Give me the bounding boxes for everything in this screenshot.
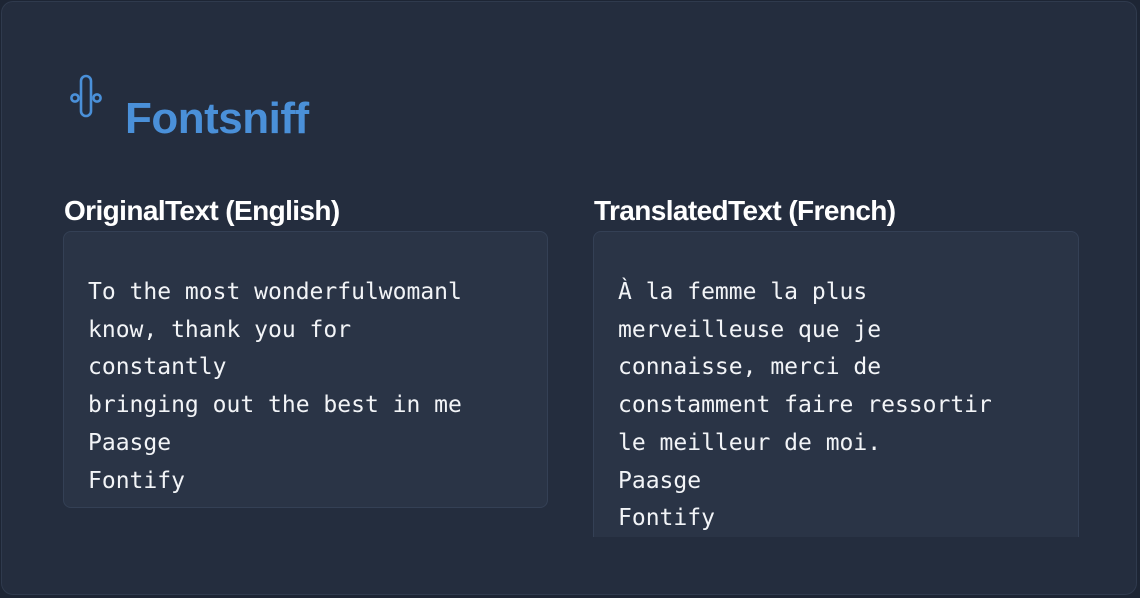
translated-text-panel: À la femme la plus merveilleuse que je c… — [593, 231, 1079, 537]
original-text-title: OriginalText (English) — [64, 195, 340, 226]
translated-text-body: À la femme la plus merveilleuse que je c… — [618, 279, 992, 532]
app-title: Fontsniff — [125, 94, 309, 143]
tuning-fork-icon — [70, 74, 102, 118]
translated-text-title: TranslatedText (French) — [594, 195, 896, 226]
original-text-panel: To the most wonderfulwomanl know, thank … — [63, 231, 548, 508]
app-card: Fontsniff OriginalText (English) To the … — [1, 1, 1137, 595]
original-text-body: To the most wonderfulwomanl know, thank … — [88, 279, 462, 494]
